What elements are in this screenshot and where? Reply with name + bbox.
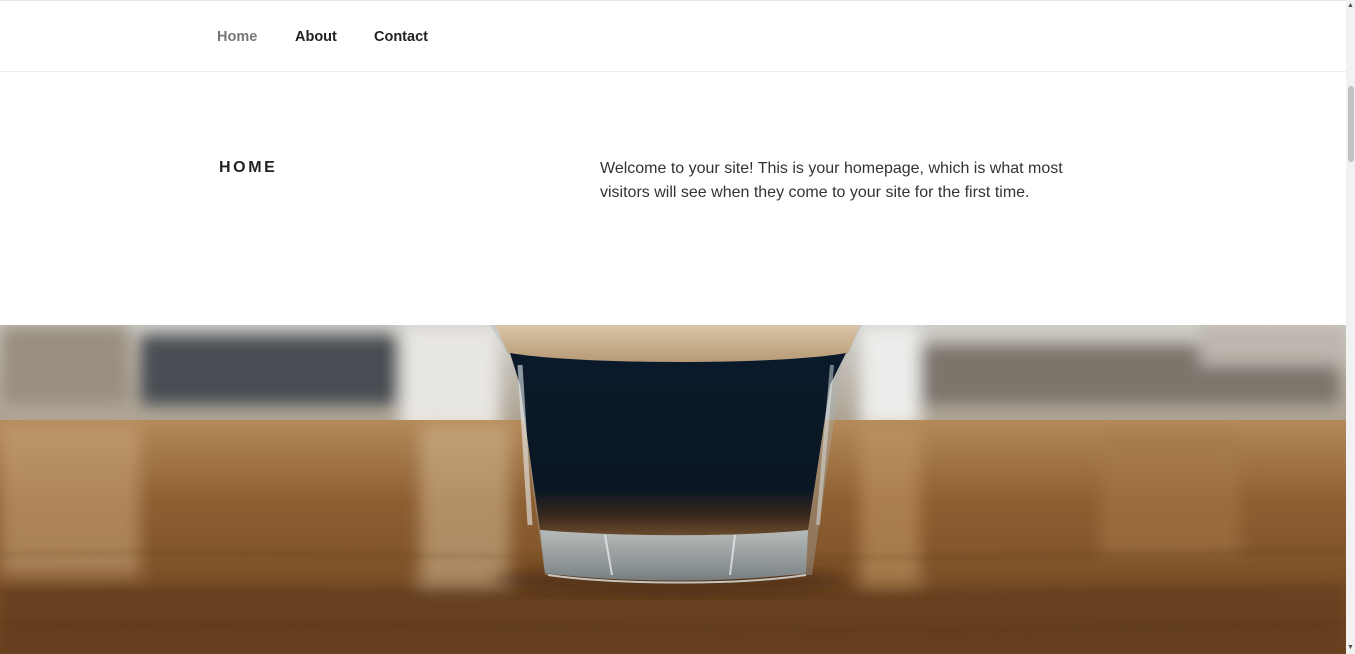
hero-image <box>0 325 1346 654</box>
nav-contact-link[interactable]: Contact <box>374 28 428 46</box>
page: Home About Contact HOME Welcome to your … <box>0 0 1346 654</box>
scrollbar-thumb[interactable] <box>1348 86 1354 162</box>
scroll-down-icon[interactable]: ▼ <box>1346 642 1355 654</box>
navigation-bar: Home About Contact <box>0 1 1346 72</box>
welcome-text: Welcome to your site! This is your homep… <box>600 160 1063 201</box>
espresso-photo <box>0 325 1346 654</box>
nav-about-link[interactable]: About <box>295 28 337 46</box>
nav-home-link[interactable]: Home <box>217 28 257 46</box>
scroll-up-icon[interactable]: ▲ <box>1346 0 1355 12</box>
page-title: HOME <box>219 159 278 176</box>
vertical-scrollbar[interactable]: ▲ ▼ <box>1346 0 1355 654</box>
